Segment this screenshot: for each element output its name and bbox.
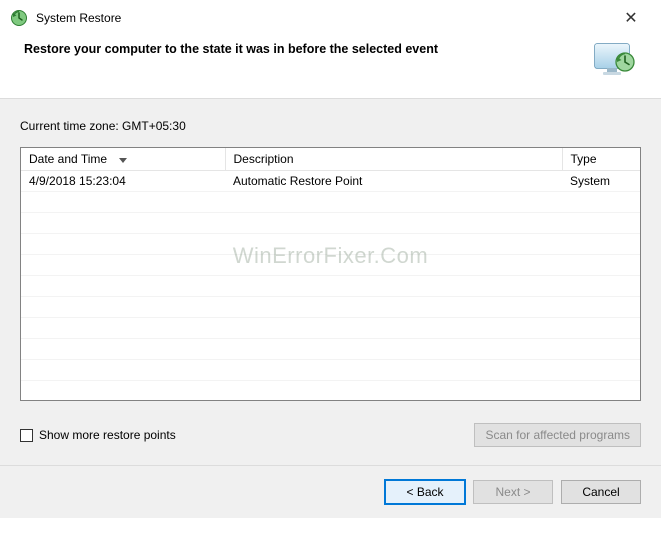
table-row: . — [21, 192, 640, 213]
show-more-restore-points-checkbox[interactable]: Show more restore points — [20, 428, 176, 442]
page-heading: Restore your computer to the state it wa… — [24, 40, 593, 56]
table-row: . — [21, 213, 640, 234]
table-row: . — [21, 234, 640, 255]
titlebar: System Restore ✕ — [0, 0, 661, 34]
content-panel: Current time zone: GMT+05:30 Date and Ti… — [0, 98, 661, 465]
table-row: . — [21, 255, 640, 276]
window-title: System Restore — [36, 11, 611, 25]
column-header-description[interactable]: Description — [225, 148, 562, 171]
header: Restore your computer to the state it wa… — [0, 34, 661, 98]
table-row[interactable]: 4/9/2018 15:23:04 Automatic Restore Poin… — [21, 171, 640, 192]
cell-type: System — [562, 171, 640, 192]
restore-points-table[interactable]: Date and Time Description Type 4/9/2018 … — [20, 147, 641, 401]
wizard-footer: < Back Next > Cancel — [0, 465, 661, 518]
restore-monitor-icon — [593, 40, 637, 80]
back-button[interactable]: < Back — [385, 480, 465, 504]
next-button[interactable]: Next > — [473, 480, 553, 504]
table-row: . — [21, 297, 640, 318]
show-more-label: Show more restore points — [39, 428, 176, 442]
system-restore-icon — [10, 9, 28, 27]
table-row: . — [21, 360, 640, 381]
cell-datetime: 4/9/2018 15:23:04 — [21, 171, 225, 192]
table-row: . — [21, 318, 640, 339]
timezone-label: Current time zone: GMT+05:30 — [20, 119, 641, 133]
cell-description: Automatic Restore Point — [225, 171, 562, 192]
close-button[interactable]: ✕ — [611, 8, 651, 28]
table-row: . — [21, 276, 640, 297]
scan-affected-programs-button[interactable]: Scan for affected programs — [474, 423, 641, 447]
checkbox-box[interactable] — [20, 429, 33, 442]
cancel-button[interactable]: Cancel — [561, 480, 641, 504]
column-header-type[interactable]: Type — [562, 148, 640, 171]
table-row: . — [21, 339, 640, 360]
column-header-datetime[interactable]: Date and Time — [21, 148, 225, 171]
